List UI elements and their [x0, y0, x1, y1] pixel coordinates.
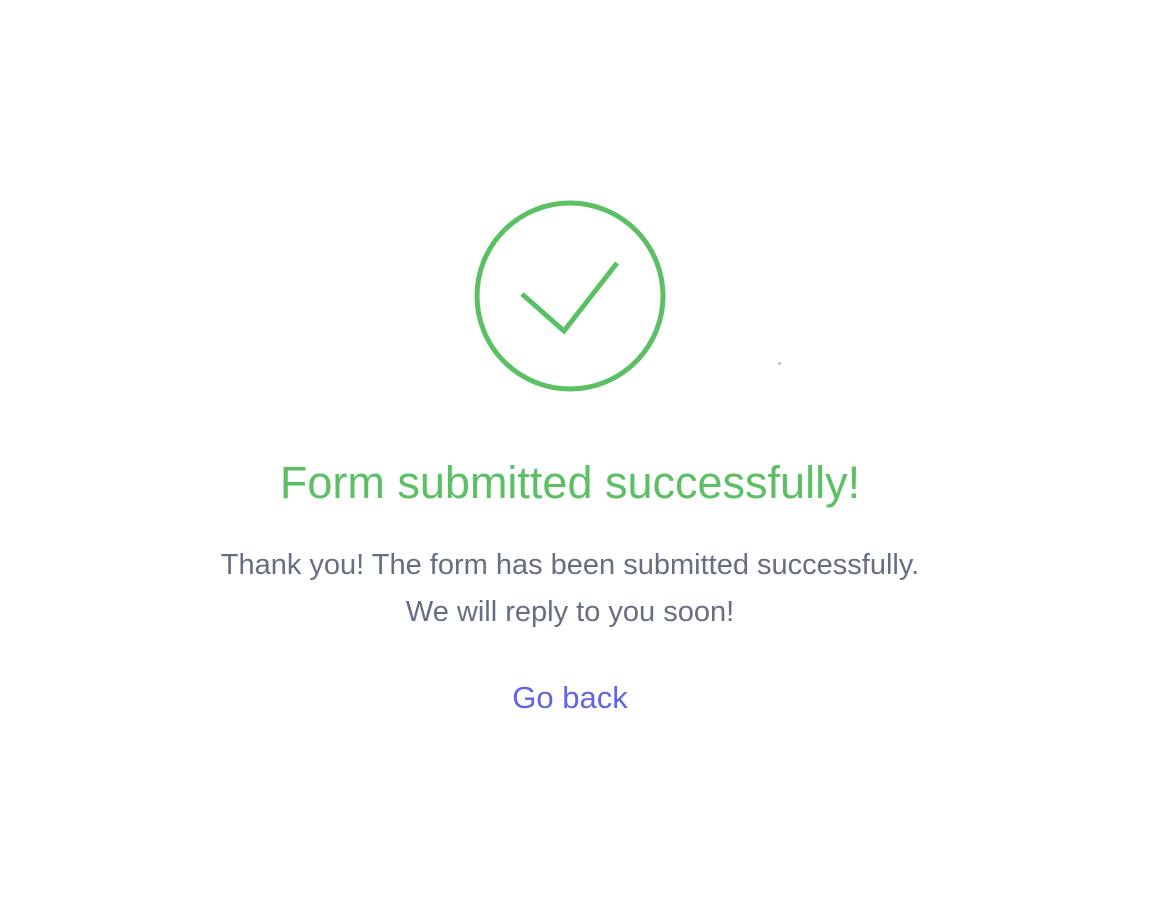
go-back-link[interactable]: Go back: [512, 680, 627, 715]
check-mark: [520, 261, 619, 335]
check-circle-icon: [474, 200, 666, 392]
success-title: Form submitted successfully!: [279, 457, 861, 508]
success-message: Thank you! The form has been submitted s…: [0, 542, 1140, 636]
success-panel: Form submitted successfully! Thank you! …: [0, 0, 1140, 907]
success-message-line-2: We will reply to you soon!: [405, 596, 735, 628]
success-message-line-1: Thank you! The form has been submitted s…: [220, 549, 920, 581]
check-circle-ring: [474, 200, 666, 392]
stray-dot: [778, 362, 781, 365]
back-link-container: Go back: [0, 677, 1140, 719]
